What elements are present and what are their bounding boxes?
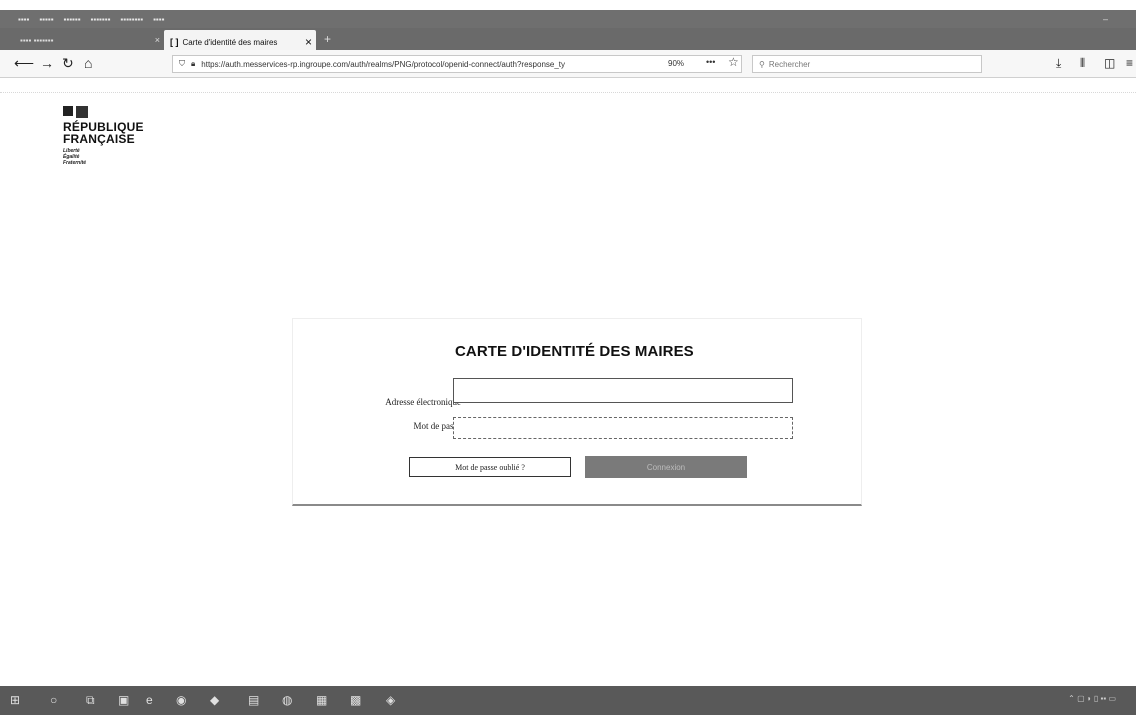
app-icon[interactable]: ◍ (282, 693, 292, 707)
tab-bar: ▪▪▪▪ ▪▪▪▪▪▪▪ × [ ] Carte d'identité des … (0, 28, 1136, 50)
shield-icon: ⛉ (179, 59, 185, 68)
reload-icon[interactable]: ↻ (62, 55, 74, 72)
menu-item[interactable]: ▪▪▪▪ (18, 15, 29, 24)
zoom-level[interactable]: 90% (668, 59, 684, 68)
tab-label: ▪▪▪▪ ▪▪▪▪▪▪▪ (20, 36, 54, 45)
task-view-icon[interactable]: ⧉ (86, 693, 95, 708)
lock-icon: 🔒︎ (191, 59, 196, 68)
bookmark-star-icon[interactable]: ☆ (728, 55, 739, 69)
download-icon[interactable]: ⤓ (1056, 56, 1061, 71)
app-icon[interactable]: ▦ (316, 693, 327, 707)
url-text: https://auth.messervices-rp.ingroupe.com… (201, 59, 566, 69)
url-bar[interactable]: ⛉ 🔒︎ https://auth.messervices-rp.ingroup… (172, 55, 742, 73)
menu-item[interactable]: ▪▪▪▪▪ (39, 15, 53, 24)
sidebar-icon[interactable]: ◫ (1104, 56, 1115, 70)
new-tab-icon[interactable]: + (324, 32, 331, 46)
app-icon[interactable]: ◈ (386, 693, 395, 707)
favicon-icon: [ ] (170, 37, 179, 47)
tab-close-icon[interactable]: × (305, 35, 312, 49)
tab-inactive[interactable]: ▪▪▪▪ ▪▪▪▪▪▪▪ × (14, 32, 164, 50)
taskbar: ⊞ ○ ⧉ ▣ e ◉ ◆ ▤ ◍ ▦ ▩ ◈ ⌃ ▢ ◗ ▯ ▪▪ ▭ (0, 686, 1136, 715)
home-icon[interactable]: ⌂ (84, 55, 92, 71)
motto-line: Fraternité (63, 160, 87, 166)
app-icon[interactable]: ▤ (248, 693, 259, 707)
app-icon[interactable]: ◆ (210, 693, 219, 707)
marianne-block (76, 106, 88, 118)
forgot-password-button[interactable]: Mot de passe oublié ? (409, 457, 571, 477)
file-explorer-icon[interactable]: ▣ (118, 693, 129, 707)
republique-francaise-logo: RÉPUBLIQUE FRANÇAISE Liberté Égalité Fra… (63, 106, 173, 166)
submit-button[interactable]: Connexion (585, 456, 747, 478)
password-field[interactable] (453, 417, 793, 439)
window-minimize-icon[interactable]: – (1103, 14, 1108, 24)
menu-item[interactable]: ▪▪▪▪▪▪▪▪ (120, 15, 143, 24)
firefox-icon[interactable]: ◉ (176, 693, 186, 707)
search-icon[interactable]: ○ (50, 693, 57, 707)
marianne-icon (63, 106, 173, 118)
tab-active[interactable]: [ ] Carte d'identité des maires × (164, 30, 316, 50)
system-tray[interactable]: ⌃ ▢ ◗ ▯ ▪▪ ▭ (1068, 694, 1116, 703)
tab-title: Carte d'identité des maires (182, 37, 278, 47)
page-title: CARTE D'IDENTITÉ DES MAIRES (455, 343, 694, 360)
password-label: Mot de passe (413, 421, 462, 431)
bookmarks-bar (0, 79, 1136, 93)
forward-icon[interactable]: → (40, 55, 54, 71)
menu-item[interactable]: ▪▪▪▪ (153, 15, 164, 24)
search-bar[interactable]: ⚲ Rechercher (752, 55, 982, 73)
marianne-block (63, 106, 73, 116)
back-icon[interactable]: ⟵ (14, 55, 34, 72)
search-icon: ⚲ (759, 59, 765, 69)
logo-motto: Liberté Égalité Fraternité (63, 148, 173, 166)
email-label: Adresse électronique (385, 397, 461, 407)
navigation-bar: ⟵ → ↻ ⌂ ⛉ 🔒︎ https://auth.messervices-rp… (0, 50, 1136, 78)
email-field[interactable] (453, 378, 793, 403)
browser-menubar: ▪▪▪▪ ▪▪▪▪▪ ▪▪▪▪▪▪ ▪▪▪▪▪▪▪ ▪▪▪▪▪▪▪▪ ▪▪▪▪ … (0, 10, 1136, 28)
menu-icon[interactable]: ≡ (1126, 56, 1133, 70)
logo-line: FRANÇAISE (63, 132, 135, 146)
windows-start-icon[interactable]: ⊞ (10, 693, 20, 707)
tab-close-icon[interactable]: × (155, 35, 160, 45)
library-icon[interactable]: ⫴ (1080, 56, 1085, 71)
edge-icon[interactable]: e (146, 693, 153, 707)
login-card: CARTE D'IDENTITÉ DES MAIRES Adresse élec… (292, 318, 862, 506)
menu-item[interactable]: ▪▪▪▪▪▪▪ (91, 15, 111, 24)
app-icon[interactable]: ▩ (350, 693, 361, 707)
more-actions-icon[interactable]: ••• (706, 57, 715, 67)
search-placeholder: Rechercher (768, 59, 811, 69)
menu-item[interactable]: ▪▪▪▪▪▪ (64, 15, 81, 24)
